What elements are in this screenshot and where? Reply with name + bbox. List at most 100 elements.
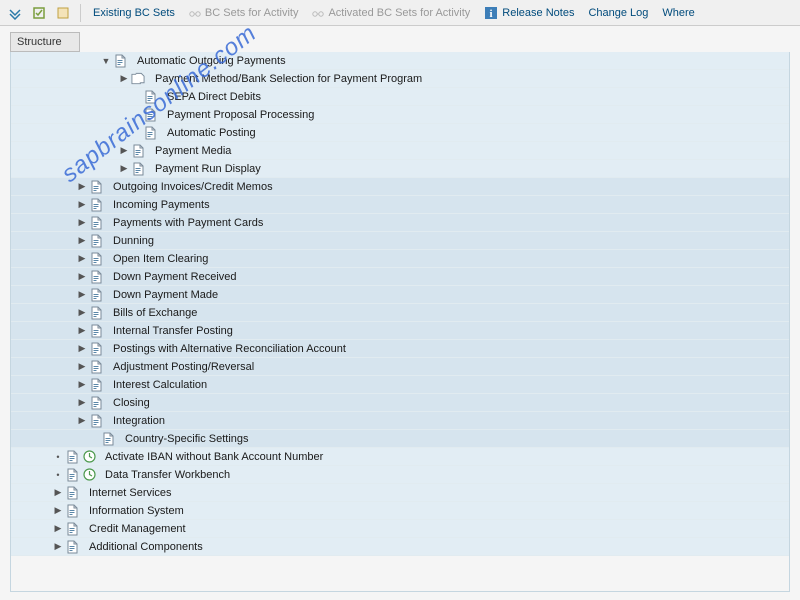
tree-row[interactable]: • Activate IBAN without Bank Account Numb… (11, 448, 789, 466)
tree-expander-icon[interactable]: ▶ (77, 235, 87, 246)
structure-header: Structure (10, 32, 80, 52)
tree-expander-icon[interactable]: ▶ (53, 505, 63, 516)
toolbar-item-label: Activated BC Sets for Activity (328, 7, 470, 19)
tree-expander-icon[interactable]: ▶ (77, 361, 87, 372)
tree-row[interactable]: ▶Closing (11, 394, 789, 412)
tree-row[interactable]: ▶ Bills of Exchange (11, 304, 789, 322)
tree-row[interactable]: Country-Specific Settings (11, 430, 789, 448)
tree-item-label: Payment Proposal Processing (159, 109, 314, 121)
clock-icon (82, 468, 96, 482)
tree-expander-icon[interactable]: ▶ (77, 271, 87, 282)
toolbar-where[interactable]: Where (656, 5, 700, 21)
tree-expander-icon[interactable]: ▶ (53, 487, 63, 498)
documents-icon (131, 72, 145, 86)
tree-expander-icon[interactable]: ▶ (77, 397, 87, 408)
tree-row[interactable]: SEPA Direct Debits (11, 88, 789, 106)
document-icon (143, 126, 157, 140)
document-icon (101, 432, 115, 446)
tree-row[interactable]: ▶ Down Payment Received (11, 268, 789, 286)
tree-expander-icon[interactable]: ▶ (77, 217, 87, 228)
tree-row[interactable]: ▶ Credit Management (11, 520, 789, 538)
toolbar-release-notes[interactable]: i Release Notes (478, 4, 580, 22)
tree-item-label: Down Payment Received (105, 271, 237, 283)
tree-row[interactable]: ▶ Payment Run Display (11, 160, 789, 178)
tree-row[interactable]: ▶ Payment Method/Bank Selection for Payme… (11, 70, 789, 88)
document-icon (89, 180, 103, 194)
tree-row[interactable]: ▶ Internal Transfer Posting (11, 322, 789, 340)
document-icon (89, 342, 103, 356)
toolbar-icon-3[interactable] (52, 4, 74, 22)
tree-row[interactable]: ▶Incoming Payments (11, 196, 789, 214)
document-icon (131, 162, 145, 176)
tree-item-label: Interest Calculation (105, 379, 207, 391)
tree-row[interactable]: ▼ Automatic Outgoing Payments (11, 52, 789, 70)
info-icon: i (484, 6, 498, 20)
tree-row[interactable]: Automatic Posting (11, 124, 789, 142)
tree-item-label: Adjustment Posting/Reversal (105, 361, 254, 373)
tree-expander-icon[interactable]: ▶ (77, 343, 87, 354)
glasses-icon (189, 7, 201, 19)
tree-row[interactable]: ▶ Down Payment Made (11, 286, 789, 304)
tree-item-label: Automatic Outgoing Payments (129, 55, 286, 67)
tree-item-label: Bills of Exchange (105, 307, 197, 319)
toolbar-bc-sets-activity[interactable]: BC Sets for Activity (183, 5, 305, 21)
tree-expander-icon[interactable]: ▶ (119, 145, 129, 156)
document-icon (89, 414, 103, 428)
tree-expander-icon[interactable]: ▶ (77, 253, 87, 264)
tree-row[interactable]: ▶ Postings with Alternative Reconciliatio… (11, 340, 789, 358)
tree-row[interactable]: Payment Proposal Processing (11, 106, 789, 124)
tree-expander-icon[interactable]: • (53, 470, 63, 480)
document-icon (89, 198, 103, 212)
toolbar-change-log[interactable]: Change Log (582, 5, 654, 21)
tree-expander-icon[interactable]: ▶ (119, 163, 129, 174)
tree-expander-icon[interactable]: ▶ (77, 181, 87, 192)
tree-item-label: Integration (105, 415, 165, 427)
tree-row[interactable]: • Data Transfer Workbench (11, 466, 789, 484)
tree-row[interactable]: ▶Open Item Clearing (11, 250, 789, 268)
tree-row[interactable]: ▶Additional Components (11, 538, 789, 556)
tree-item-label: Payment Run Display (147, 163, 261, 175)
tree-expander-icon[interactable]: • (53, 452, 63, 462)
toolbar-activated-bc-sets[interactable]: Activated BC Sets for Activity (306, 5, 476, 21)
tree-row[interactable]: ▶ Integration (11, 412, 789, 430)
toolbar-existing-bc-sets[interactable]: Existing BC Sets (87, 5, 181, 21)
tree-row[interactable]: ▶Internet Services (11, 484, 789, 502)
toolbar-icon-1[interactable] (4, 4, 26, 22)
tree-item-label: Payment Method/Bank Selection for Paymen… (147, 73, 422, 85)
toolbar-item-label: Existing BC Sets (93, 7, 175, 19)
tree-expander-icon[interactable]: ▶ (119, 73, 129, 84)
tree-item-label: Postings with Alternative Reconciliation… (105, 343, 346, 355)
tree-expander-icon[interactable]: ▶ (77, 199, 87, 210)
tree-item-label: Data Transfer Workbench (97, 469, 230, 481)
tree-row[interactable]: ▶ Adjustment Posting/Reversal (11, 358, 789, 376)
tree-expander-icon[interactable]: ▶ (77, 415, 87, 426)
tree-row[interactable]: ▶ Dunning (11, 232, 789, 250)
tree-row[interactable]: ▶Information System (11, 502, 789, 520)
tree-expander-icon[interactable]: ▼ (101, 56, 111, 66)
tree-row[interactable]: ▶ Interest Calculation (11, 376, 789, 394)
toolbar-item-label: BC Sets for Activity (205, 7, 299, 19)
tree-row[interactable]: ▶ Payments with Payment Cards (11, 214, 789, 232)
tree-expander-icon[interactable]: ▶ (53, 541, 63, 552)
tree-item-label: Down Payment Made (105, 289, 218, 301)
tree-expander-icon[interactable]: ▶ (53, 523, 63, 534)
document-icon (89, 324, 103, 338)
tree-item-label: Dunning (105, 235, 154, 247)
tree-expander-icon[interactable]: ▶ (77, 325, 87, 336)
tree-item-label: Internal Transfer Posting (105, 325, 233, 337)
toolbar-icon-2[interactable] (28, 4, 50, 22)
document-icon (143, 108, 157, 122)
tree-expander-icon[interactable]: ▶ (77, 289, 87, 300)
tree-row[interactable]: ▶Outgoing Invoices/Credit Memos (11, 178, 789, 196)
document-icon (65, 522, 79, 536)
tree-row[interactable]: ▶Payment Media (11, 142, 789, 160)
tree-item-label: Payments with Payment Cards (105, 217, 263, 229)
document-icon (89, 360, 103, 374)
document-icon (89, 216, 103, 230)
tree-item-label: Credit Management (81, 523, 186, 535)
tree[interactable]: ▼Automatic Outgoing Payments▶Payment Met… (10, 52, 790, 592)
document-icon (65, 486, 79, 500)
tree-expander-icon[interactable]: ▶ (77, 307, 87, 318)
tree-item-label: Activate IBAN without Bank Account Numbe… (97, 451, 323, 463)
tree-expander-icon[interactable]: ▶ (77, 379, 87, 390)
